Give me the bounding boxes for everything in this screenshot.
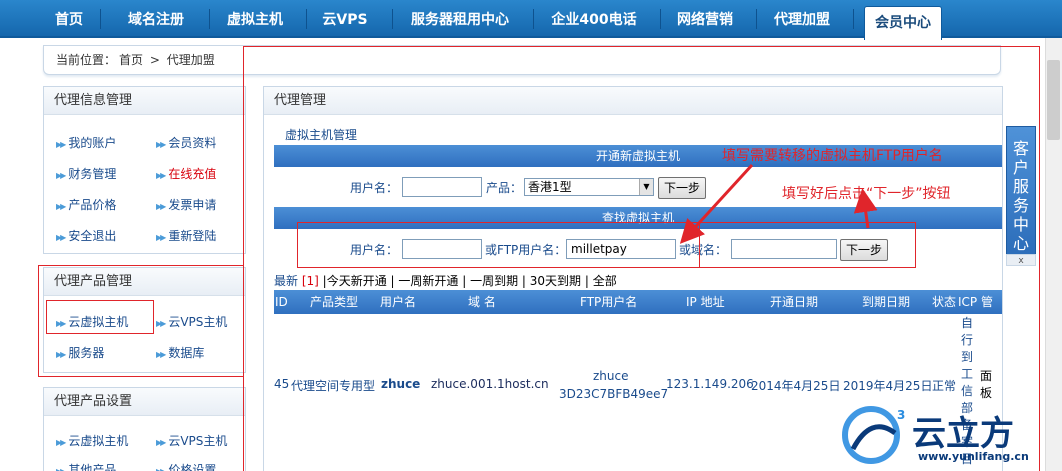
scrollbar-thumb[interactable] (1047, 60, 1060, 140)
svg-text:3: 3 (897, 408, 905, 422)
logo-name: 云立方 (912, 414, 1014, 454)
close-icon[interactable]: x (1006, 254, 1036, 266)
annotation-arrows (679, 163, 878, 244)
arrow-to-next-icon (853, 188, 878, 229)
customer-service-tab[interactable]: 客 户 服 务 中 心 (1006, 126, 1036, 264)
logo-url: www.yunlifang.cn (918, 450, 1029, 463)
arrow-to-ftp-icon (679, 163, 754, 244)
